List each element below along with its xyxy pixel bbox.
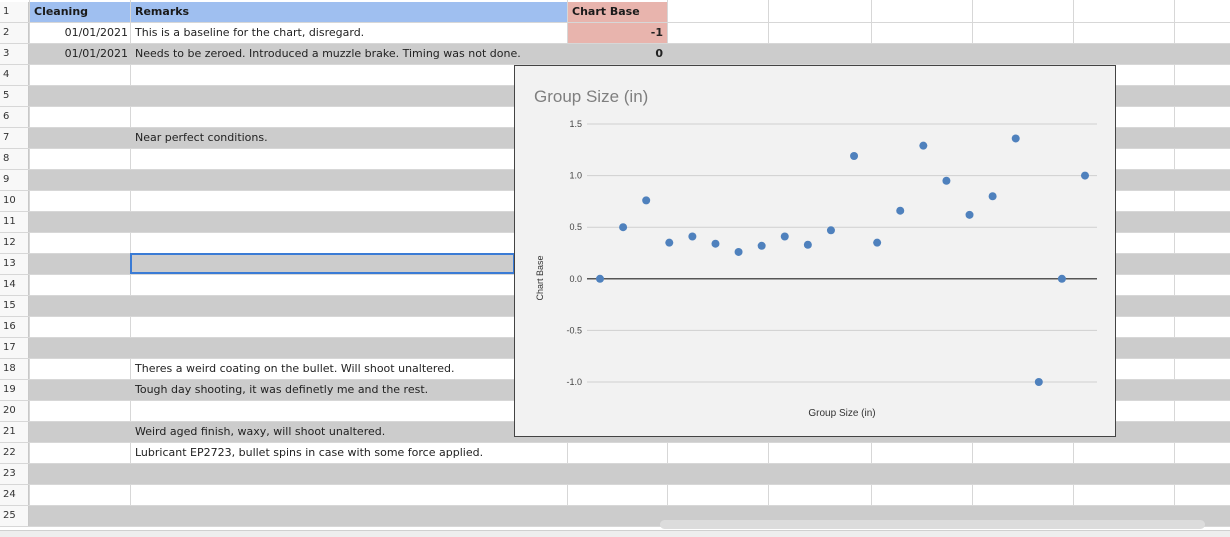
- data-point: [850, 151, 859, 160]
- y-axis-label: Chart Base: [535, 255, 545, 300]
- row-number[interactable]: 9: [0, 170, 29, 190]
- data-point: [896, 206, 905, 215]
- row-number[interactable]: 12: [0, 233, 29, 253]
- row-number[interactable]: 5: [0, 86, 29, 106]
- y-tick-label: -0.5: [566, 325, 582, 335]
- remarks-cell[interactable]: Weird aged finish, waxy, will shoot unal…: [131, 422, 567, 442]
- remarks-cell[interactable]: This is a baseline for the chart, disreg…: [131, 23, 567, 43]
- row-number[interactable]: 21: [0, 422, 29, 442]
- sheet-row[interactable]: 23: [0, 464, 1230, 485]
- header-remarks[interactable]: Remarks: [131, 2, 567, 22]
- data-point: [1034, 378, 1043, 386]
- data-point: [757, 241, 766, 250]
- row-number[interactable]: 15: [0, 296, 29, 316]
- data-point: [803, 240, 812, 249]
- remarks-cell[interactable]: Lubricant EP2723, bullet spins in case w…: [131, 443, 567, 463]
- chart-svg: Group Size (in) Group Size (in) Chart Ba…: [534, 87, 1097, 419]
- row-number[interactable]: 13: [0, 254, 29, 274]
- row-number[interactable]: 14: [0, 275, 29, 295]
- sheet-row[interactable]: 22 Lubricant EP2723, bullet spins in case…: [0, 443, 1230, 464]
- y-tick-label: 0.0: [569, 274, 582, 284]
- row-number[interactable]: 6: [0, 107, 29, 127]
- cleaning-date-cell[interactable]: 01/01/2021: [30, 23, 130, 43]
- sheet-row[interactable]: 3 01/01/2021 Needs to be zeroed. Introduce…: [0, 44, 1230, 65]
- row-number[interactable]: 1: [0, 2, 29, 22]
- header-chart-base[interactable]: Chart Base: [568, 2, 667, 22]
- row-number[interactable]: 18: [0, 359, 29, 379]
- row-number[interactable]: 2: [0, 23, 29, 43]
- data-point: [688, 232, 697, 241]
- data-point: [873, 238, 882, 247]
- chart-base-cell[interactable]: 0: [568, 44, 667, 64]
- remarks-cell[interactable]: Needs to be zeroed. Introduced a muzzle …: [131, 44, 567, 64]
- data-point: [988, 192, 997, 201]
- row-number[interactable]: 22: [0, 443, 29, 463]
- data-point: [965, 210, 974, 219]
- chart-base-cell[interactable]: -1: [568, 23, 667, 43]
- data-point: [665, 238, 674, 247]
- row-number[interactable]: 10: [0, 191, 29, 211]
- data-point: [642, 196, 651, 205]
- data-point: [596, 274, 604, 283]
- data-point: [780, 232, 789, 241]
- y-tick-label: 1.5: [569, 119, 582, 129]
- data-point: [619, 223, 628, 232]
- row-number[interactable]: 25: [0, 506, 29, 526]
- row-number[interactable]: 20: [0, 401, 29, 421]
- chart-title: Group Size (in): [534, 87, 648, 106]
- chart-gridlines: [587, 123, 1097, 383]
- remarks-cell[interactable]: Theres a weird coating on the bullet. Wi…: [131, 359, 567, 379]
- row-number[interactable]: 7: [0, 128, 29, 148]
- row-number[interactable]: 24: [0, 485, 29, 505]
- y-tick-label: 1.0: [569, 171, 582, 181]
- data-point: [734, 247, 743, 256]
- row-number[interactable]: 11: [0, 212, 29, 232]
- remarks-cell[interactable]: Tough day shooting, it was definetly me …: [131, 380, 567, 400]
- data-point: [1011, 134, 1020, 143]
- row-number[interactable]: 3: [0, 44, 29, 64]
- cleaning-date-cell[interactable]: 01/01/2021: [30, 44, 130, 64]
- row-number[interactable]: 8: [0, 149, 29, 169]
- data-point: [1081, 171, 1089, 180]
- x-axis-label: Group Size (in): [808, 408, 875, 419]
- remarks-cell[interactable]: Near perfect conditions.: [131, 128, 567, 148]
- data-point: [942, 176, 951, 185]
- scatter-chart[interactable]: Group Size (in) Group Size (in) Chart Ba…: [514, 65, 1116, 437]
- header-cleaning[interactable]: Cleaning: [30, 2, 130, 22]
- row-number[interactable]: 23: [0, 464, 29, 484]
- row-number[interactable]: 4: [0, 65, 29, 85]
- horizontal-scrollbar[interactable]: [660, 520, 1205, 529]
- sheet-row[interactable]: 24: [0, 485, 1230, 506]
- data-point: [919, 141, 928, 150]
- row-number[interactable]: 16: [0, 317, 29, 337]
- sheet-row[interactable]: 2 01/01/2021 This is a baseline for the ch…: [0, 23, 1230, 44]
- y-tick-label: 0.5: [569, 222, 582, 232]
- row-number[interactable]: 19: [0, 380, 29, 400]
- data-point: [826, 226, 835, 235]
- sheet-row[interactable]: 1 Cleaning Remarks Chart Base: [0, 2, 1230, 23]
- y-tick-label: -1.0: [566, 377, 582, 387]
- selected-cell[interactable]: [130, 253, 515, 274]
- y-tick-labels: 1.5 1.0 0.5 0.0 -0.5 -1.0: [566, 119, 582, 387]
- data-point: [711, 239, 720, 248]
- data-point: [1057, 274, 1066, 283]
- row-number[interactable]: 17: [0, 338, 29, 358]
- data-points: [596, 134, 1089, 386]
